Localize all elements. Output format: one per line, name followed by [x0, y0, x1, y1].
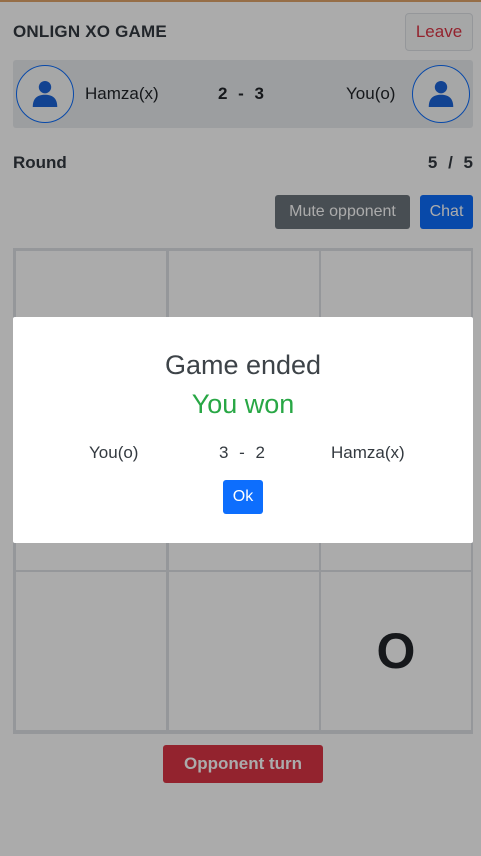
modal-result: You won: [191, 389, 295, 419]
modal-score: 3 - 2: [219, 443, 266, 462]
modal-opponent-name: Hamza(x): [331, 443, 405, 462]
game-ended-modal: Game ended You won You(o) 3 - 2 Hamza(x)…: [13, 317, 473, 543]
modal-player-name: You(o): [89, 443, 139, 462]
ok-button[interactable]: Ok: [223, 480, 263, 514]
modal-title: Game ended: [164, 350, 322, 380]
